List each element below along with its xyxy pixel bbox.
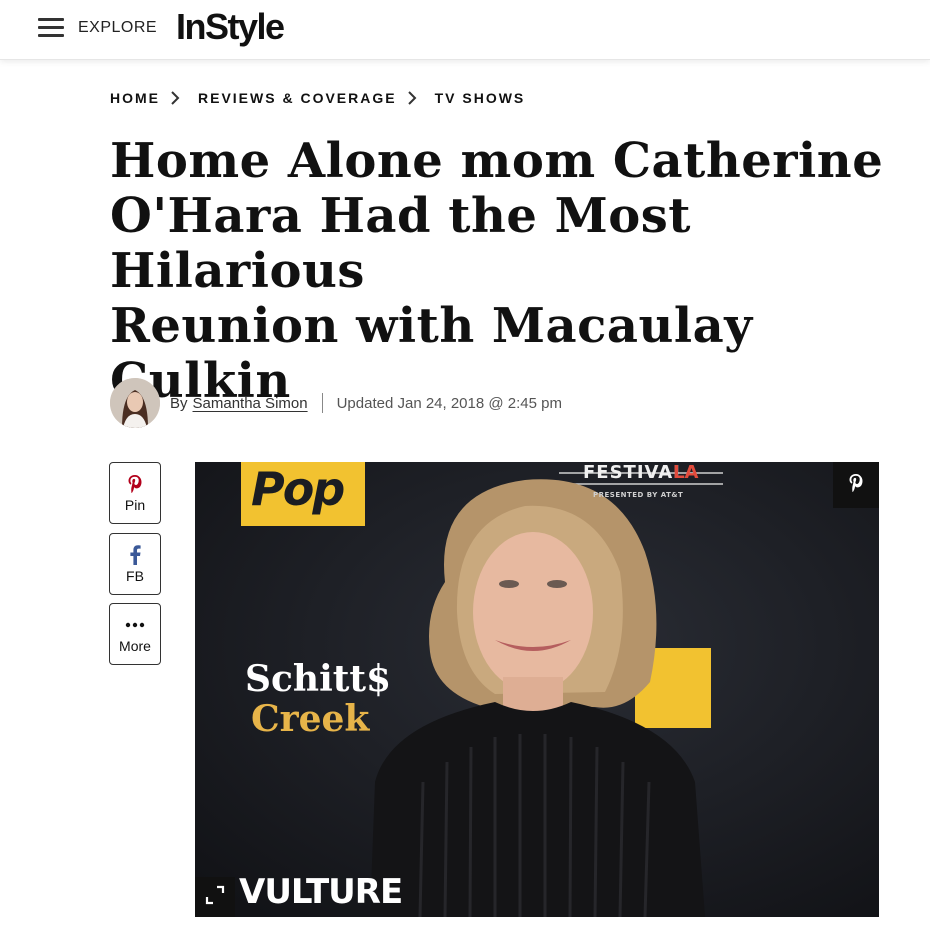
pin-share-button[interactable]: Pin <box>109 462 161 524</box>
chevron-right-icon <box>170 91 188 105</box>
headline-line: Home Alone mom Catherine <box>110 133 884 189</box>
byline: By Samantha Simon Updated Jan 24, 2018 @… <box>110 377 562 429</box>
facebook-icon <box>129 544 141 565</box>
more-share-button[interactable]: More <box>109 603 161 665</box>
sign-la: LA <box>673 462 699 483</box>
sign-vulture: VULTURE <box>239 872 403 912</box>
byline-by: By <box>170 394 188 412</box>
image-expand-button[interactable] <box>195 877 235 917</box>
hero-image[interactable]: Pop FESTIVAL LA PRESENTED BY AT&T Schitt… <box>195 462 879 917</box>
explore-link[interactable]: EXPLORE <box>78 19 157 37</box>
pin-label: Pin <box>124 496 146 513</box>
breadcrumb-reviews[interactable]: REVIEWS & COVERAGE <box>198 90 397 106</box>
pinterest-icon <box>848 473 864 498</box>
breadcrumb-tv-shows[interactable]: TV SHOWS <box>435 90 526 106</box>
more-label: More <box>119 637 151 654</box>
article-headline: Home Alone mom Catherine O'Hara Had the … <box>110 134 890 409</box>
author-avatar[interactable] <box>110 378 160 428</box>
facebook-share-button[interactable]: FB <box>109 533 161 595</box>
image-pin-button[interactable] <box>833 462 879 508</box>
sign-schitts: Schitt$ <box>245 658 392 700</box>
site-logo[interactable]: InStyle <box>176 6 285 48</box>
fb-label: FB <box>126 567 144 584</box>
sign-festival: FESTIVAL <box>583 462 686 483</box>
more-dots-icon <box>125 615 145 635</box>
breadcrumb: HOME REVIEWS & COVERAGE TV SHOWS <box>110 90 525 106</box>
sign-presented: PRESENTED BY AT&T <box>593 491 684 499</box>
breadcrumb-home[interactable]: HOME <box>110 90 160 106</box>
chevron-right-icon <box>407 91 425 105</box>
author-link[interactable]: Samantha Simon <box>193 395 308 412</box>
site-header: EXPLORE InStyle <box>0 0 930 60</box>
updated-timestamp: Updated Jan 24, 2018 @ 2:45 pm <box>336 394 562 412</box>
headline-line: O'Hara Had the Most Hilarious <box>110 188 691 299</box>
headline-line: Reunion with Macaulay <box>110 298 753 354</box>
byline-divider <box>321 393 323 413</box>
sign-pop: Pop <box>251 462 345 516</box>
pinterest-icon <box>127 474 143 494</box>
sign-creek: Creek <box>251 698 370 740</box>
hamburger-icon[interactable] <box>38 18 66 40</box>
expand-icon <box>205 885 225 910</box>
